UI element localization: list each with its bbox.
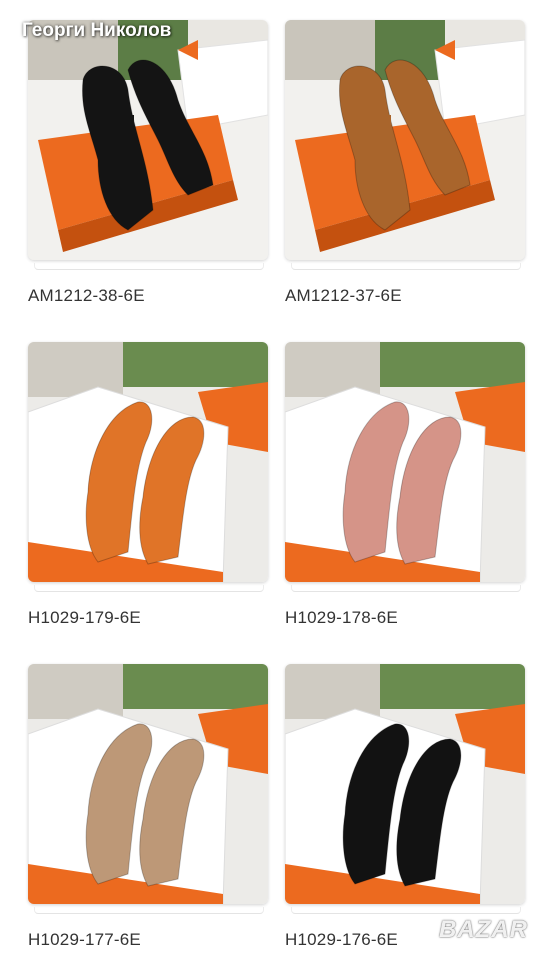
sandal-photo-box (285, 664, 525, 904)
product-code[interactable]: H1029-179-6E (28, 608, 141, 628)
product-code[interactable]: AM1212-38-6E (28, 286, 145, 306)
card-divider (291, 585, 521, 592)
product-grid: AM1212-38-6E AM1212-37-6E H1029-179-6E H… (0, 0, 540, 960)
card-divider (291, 263, 521, 270)
product-code[interactable]: AM1212-37-6E (285, 286, 402, 306)
sandal-photo-box (28, 342, 268, 582)
product-photo[interactable] (285, 664, 525, 904)
sandal-photo-box (28, 664, 268, 904)
card-divider (34, 585, 264, 592)
product-code[interactable]: H1029-177-6E (28, 930, 141, 950)
sandal-photo-box (285, 342, 525, 582)
product-photo[interactable] (28, 342, 268, 582)
card-divider (291, 907, 521, 914)
card-divider (34, 907, 264, 914)
product-photo[interactable] (28, 20, 268, 260)
product-photo[interactable] (285, 342, 525, 582)
card-divider (34, 263, 264, 270)
sandal-photo-top (285, 20, 525, 260)
product-code[interactable]: H1029-176-6E (285, 930, 398, 950)
product-photo[interactable] (28, 664, 268, 904)
product-photo[interactable] (285, 20, 525, 260)
seller-name-watermark: Георги Николов (22, 20, 172, 41)
sandal-photo-top (28, 20, 268, 260)
product-code[interactable]: H1029-178-6E (285, 608, 398, 628)
bazar-watermark-logo: BAZAR (439, 916, 528, 943)
